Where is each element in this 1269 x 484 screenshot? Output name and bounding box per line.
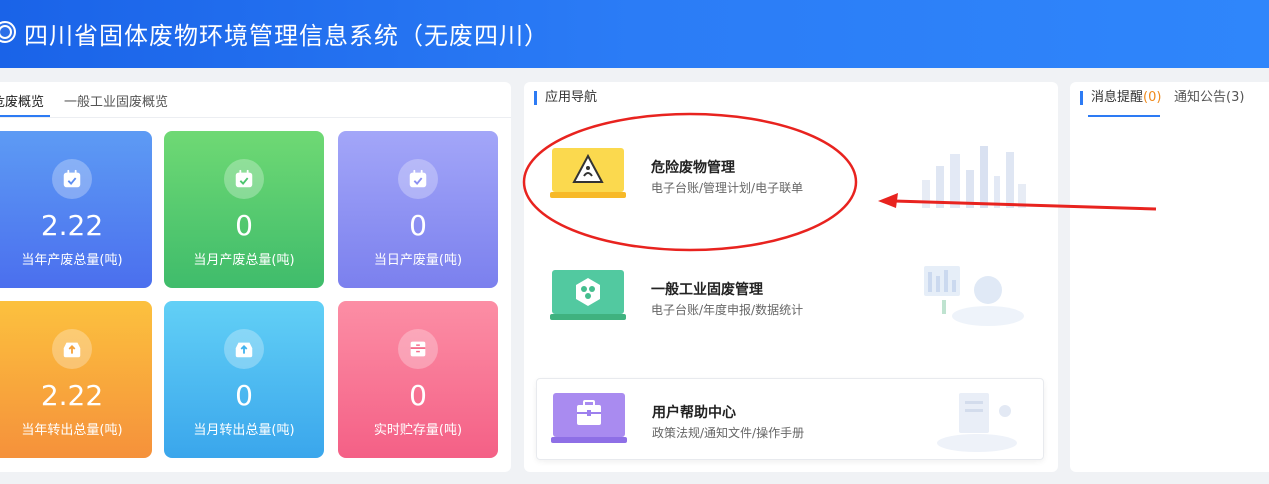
stat-label: 当月转出总量(吨): [193, 423, 295, 438]
stat-label: 当日产废量(吨): [373, 253, 463, 268]
tab-hazardous-overview[interactable]: 危废概览: [0, 91, 44, 110]
calendar-check-icon: [398, 159, 438, 199]
nav-card-title: 一般工业固废管理: [651, 282, 763, 298]
stat-value: 0: [409, 209, 427, 242]
page-title: 四川省固体废物环境管理信息系统（无废四川）: [24, 22, 549, 50]
hexagon-cluster-icon: [550, 268, 626, 326]
stat-value: 0: [409, 379, 427, 412]
stat-card-realtime-storage[interactable]: 0 实时贮存量(吨): [338, 301, 498, 458]
data-dashboard-decoration-icon: [924, 266, 1024, 326]
stat-card-month-produced[interactable]: 0 当月产废总量(吨): [164, 131, 324, 288]
nav-card-subtitle: 电子台账/管理计划/电子联单: [651, 181, 804, 195]
message-reminders-label: 消息提醒: [1091, 90, 1144, 105]
inbox-upload-icon: [52, 329, 92, 369]
stat-value: 2.22: [40, 379, 104, 412]
stat-value: 2.22: [40, 209, 104, 242]
overview-panel: 危废概览 一般工业固废概览 2.22 当年产废总量(吨) 0 当月产废总量(吨)…: [0, 82, 511, 472]
storage-box-icon: [398, 329, 438, 369]
document-help-decoration-icon: [937, 393, 1017, 452]
tab-general-industrial-overview[interactable]: 一般工业固废概览: [64, 91, 168, 110]
app-header: 四川省固体废物环境管理信息系统（无废四川）: [0, 0, 1269, 68]
stat-label: 实时贮存量(吨): [373, 423, 463, 438]
emblem-logo-icon: [0, 21, 16, 43]
tab-notice-announcements[interactable]: 通知公告(3): [1174, 91, 1244, 105]
nav-card-subtitle: 政策法规/通知文件/操作手册: [652, 426, 805, 440]
nav-card-title: 用户帮助中心: [652, 405, 736, 421]
nav-card-help-center[interactable]: 用户帮助中心 政策法规/通知文件/操作手册: [536, 378, 1044, 460]
nav-card-subtitle: 电子台账/年度申报/数据统计: [651, 303, 804, 317]
nav-card-general-industrial-waste[interactable]: 一般工业固废管理 电子台账/年度申报/数据统计: [536, 256, 1044, 338]
stat-card-year-produced[interactable]: 2.22 当年产废总量(吨): [0, 131, 152, 288]
hazard-warning-icon: [550, 146, 626, 204]
nav-card-title: 危险废物管理: [651, 160, 735, 176]
calendar-check-icon: [52, 159, 92, 199]
active-tab-underline: [1088, 115, 1160, 117]
stat-value: 0: [235, 209, 253, 242]
city-skyline-decoration-icon: [922, 146, 1026, 208]
messages-panel: 消息提醒(0) 通知公告(3): [1070, 82, 1269, 472]
message-reminders-count: (0): [1143, 90, 1162, 105]
stat-value: 0: [235, 379, 253, 412]
stat-card-month-transferred[interactable]: 0 当月转出总量(吨): [164, 301, 324, 458]
stat-card-day-produced[interactable]: 0 当日产废量(吨): [338, 131, 498, 288]
app-nav-title: 应用导航: [534, 91, 597, 105]
stat-card-year-transferred[interactable]: 2.22 当年转出总量(吨): [0, 301, 152, 458]
stat-label: 当月产废总量(吨): [193, 253, 295, 268]
app-nav-panel: 应用导航 危险废物管理 电子台账/管理计划/电子联单 一般工业固废管理 电子台账…: [524, 82, 1058, 472]
active-tab-underline: [0, 115, 50, 117]
stat-label: 当年产废总量(吨): [21, 253, 123, 268]
overview-tabs: 危废概览 一般工业固废概览: [0, 82, 511, 118]
tab-message-reminders[interactable]: 消息提醒(0): [1080, 91, 1161, 105]
inbox-upload-icon: [224, 329, 264, 369]
toolbox-icon: [551, 391, 627, 449]
calendar-check-icon: [224, 159, 264, 199]
nav-card-hazardous-waste[interactable]: 危险废物管理 电子台账/管理计划/电子联单: [536, 134, 1044, 216]
stat-label: 当年转出总量(吨): [21, 423, 123, 438]
